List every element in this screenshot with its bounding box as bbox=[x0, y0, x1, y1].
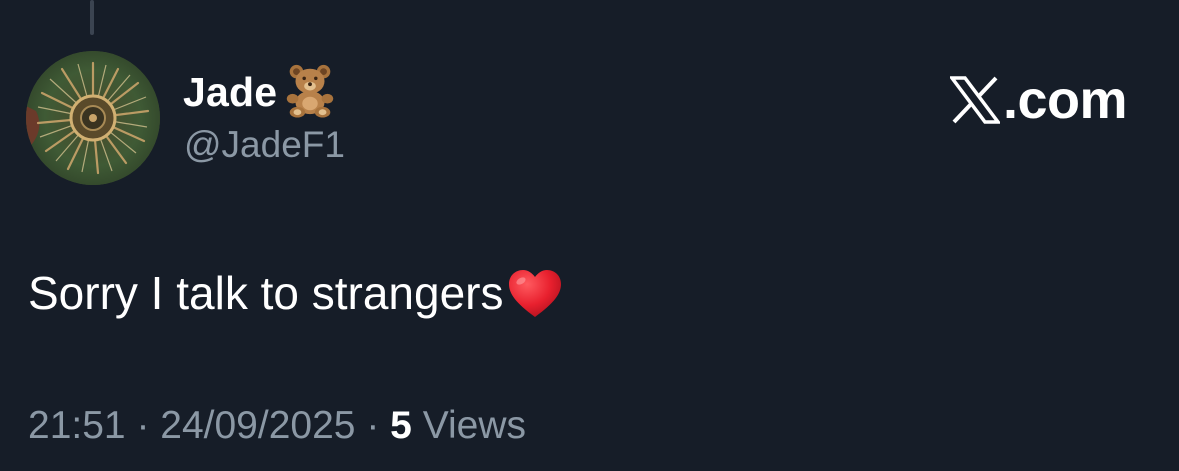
tweet-body: Sorry I talk to strangers bbox=[28, 258, 564, 328]
tweet-metadata: 21:51 · 24/09/2025 · 5 Views bbox=[28, 404, 526, 448]
tweet-text: Sorry I talk to strangers bbox=[28, 267, 504, 319]
brand-watermark: .com bbox=[949, 70, 1128, 130]
meta-separator: · bbox=[125, 404, 161, 447]
name-row: Jade bbox=[183, 62, 339, 122]
tweet-card: Jade @JadeF1 .com Sorry I talk to strang… bbox=[0, 0, 1179, 471]
tweet-date[interactable]: 24/09/2025 bbox=[160, 404, 355, 447]
user-handle[interactable]: @JadeF1 bbox=[184, 124, 345, 166]
tweet-time[interactable]: 21:51 bbox=[28, 404, 126, 447]
red-heart-icon bbox=[508, 270, 561, 317]
views-count: 5 bbox=[390, 404, 412, 447]
x-logo-icon bbox=[949, 76, 1000, 124]
avatar[interactable] bbox=[26, 51, 160, 185]
thread-connector-line bbox=[90, 0, 94, 35]
brand-text: .com bbox=[1002, 70, 1128, 130]
teddy-bear-icon bbox=[287, 64, 334, 118]
meta-separator: · bbox=[355, 404, 391, 447]
avatar-image bbox=[26, 51, 160, 185]
views-label: Views bbox=[411, 404, 527, 447]
display-name[interactable]: Jade bbox=[183, 69, 277, 116]
